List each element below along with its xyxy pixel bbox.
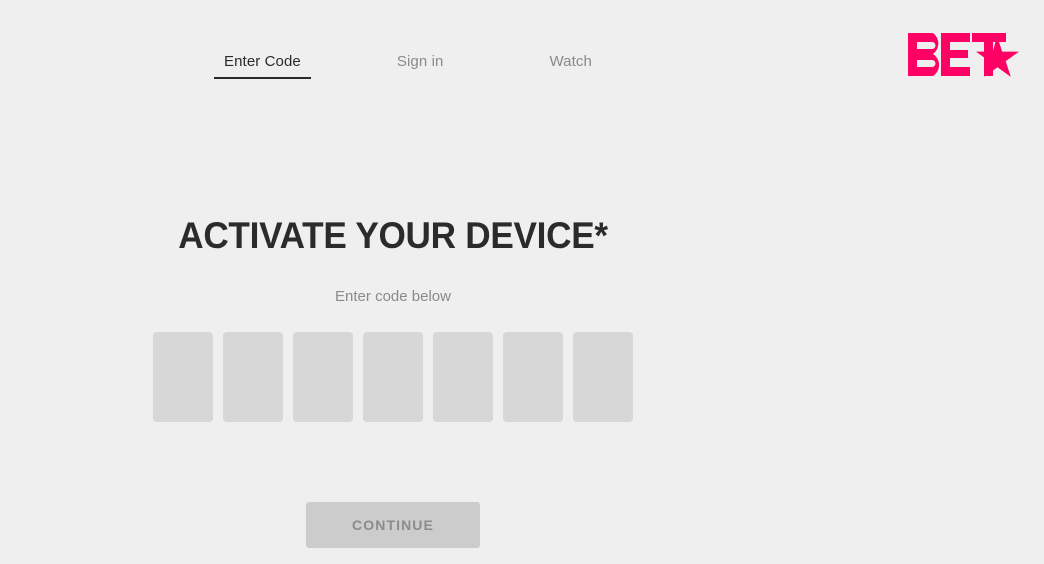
code-input-6[interactable] [503,332,563,422]
page-subtitle: Enter code below [335,288,451,305]
bet-logo-icon [908,33,1019,77]
nav-item-watch[interactable]: Watch [539,52,601,77]
nav-item-label: Enter Code [224,53,301,70]
code-input-7[interactable] [573,332,633,422]
page-title: ACTIVATE YOUR DEVICE* [178,214,608,256]
page-header: Enter Code Sign in Watch [0,0,1044,100]
code-input-5[interactable] [433,332,493,422]
activation-code-inputs [153,332,633,422]
code-input-1[interactable] [153,332,213,422]
code-input-2[interactable] [223,332,283,422]
code-input-4[interactable] [363,332,423,422]
bet-logo[interactable] [908,32,1022,78]
continue-button[interactable]: CONTINUE [306,502,480,548]
nav-item-sign-in[interactable]: Sign in [387,52,454,77]
nav-item-label: Watch [549,53,592,70]
nav-item-enter-code[interactable]: Enter Code [214,52,311,79]
primary-nav: Enter Code Sign in Watch [214,52,602,79]
code-input-3[interactable] [293,332,353,422]
main-content: ACTIVATE YOUR DEVICE* Enter code below C… [0,100,1044,564]
nav-item-label: Sign in [396,53,444,70]
